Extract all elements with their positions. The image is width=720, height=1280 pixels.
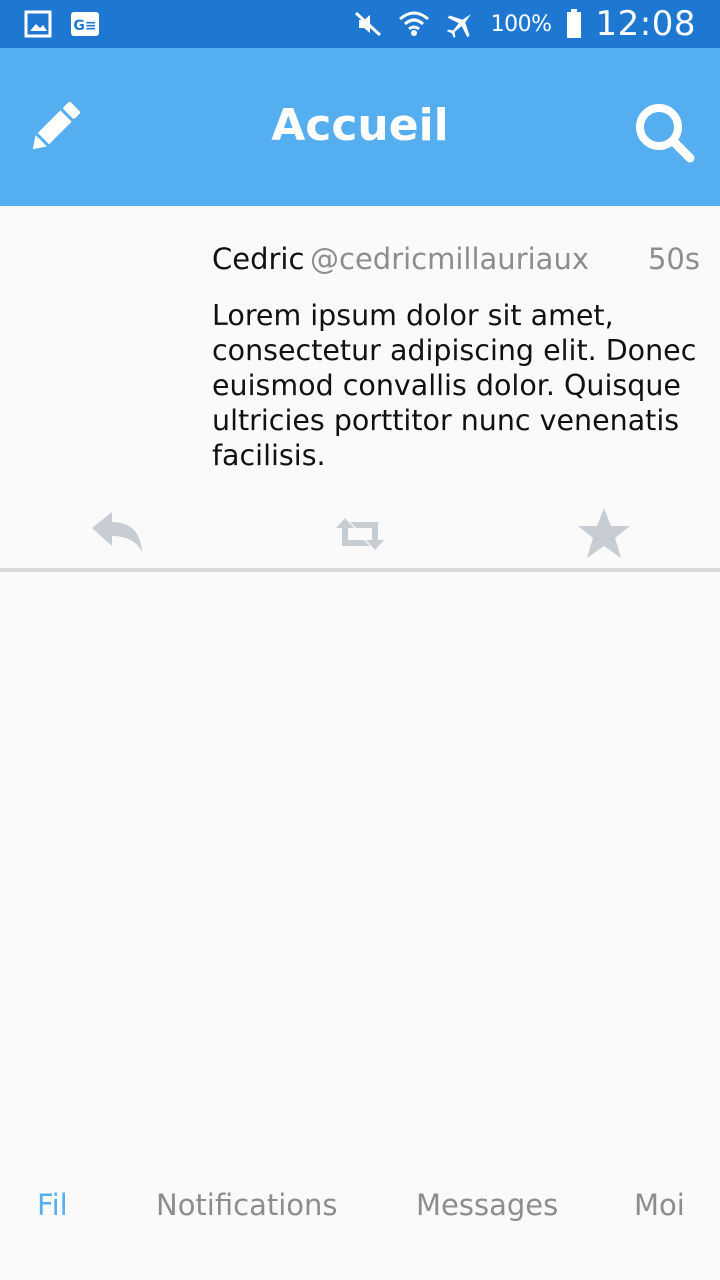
tweet-timestamp: 50s [647, 242, 700, 276]
wifi-icon [398, 11, 429, 36]
star-icon [578, 508, 630, 558]
author-name[interactable]: Cedric [212, 242, 304, 276]
tab-notifications[interactable]: Notifications [156, 1188, 338, 1222]
reply-button[interactable] [88, 506, 148, 562]
tab-moi[interactable]: Moi [634, 1188, 685, 1222]
clock: 12:08 [595, 4, 696, 44]
airplane-icon [446, 14, 471, 39]
status-bar: G≡ 100% 12:08 [0, 0, 720, 48]
retweet-button[interactable] [330, 506, 390, 562]
tweet-header: Cedric @cedricmillauriaux 50s [212, 242, 700, 282]
search-icon [636, 104, 695, 163]
mute-icon [354, 11, 381, 37]
tweet-item[interactable]: Cedric @cedricmillauriaux 50s Lorem ipsu… [0, 206, 720, 570]
page-title: Accueil [271, 100, 449, 151]
retweet-icon [336, 518, 384, 550]
battery-percent: 100% [490, 11, 552, 37]
tab-messages[interactable]: Messages [416, 1188, 558, 1222]
divider [0, 568, 720, 572]
tab-fil[interactable]: Fil [37, 1188, 68, 1222]
tweet-text: Lorem ipsum dolor sit amet, consectetur … [212, 299, 697, 472]
favorite-button[interactable] [574, 506, 634, 562]
search-button[interactable] [632, 100, 696, 164]
ge-icon: G≡ [71, 12, 99, 36]
bottom-tab-bar: Fil Notifications Messages Moi [0, 1160, 720, 1256]
app-bar: Accueil [0, 48, 720, 206]
author-handle[interactable]: @cedricmillauriaux [310, 242, 589, 276]
gallery-icon [24, 10, 52, 38]
svg-text:G≡: G≡ [73, 18, 96, 34]
reply-icon [92, 512, 142, 552]
timeline-feed[interactable]: Cedric @cedricmillauriaux 50s Lorem ipsu… [0, 206, 720, 570]
battery-icon [566, 9, 581, 38]
tweet-actions [0, 506, 720, 566]
